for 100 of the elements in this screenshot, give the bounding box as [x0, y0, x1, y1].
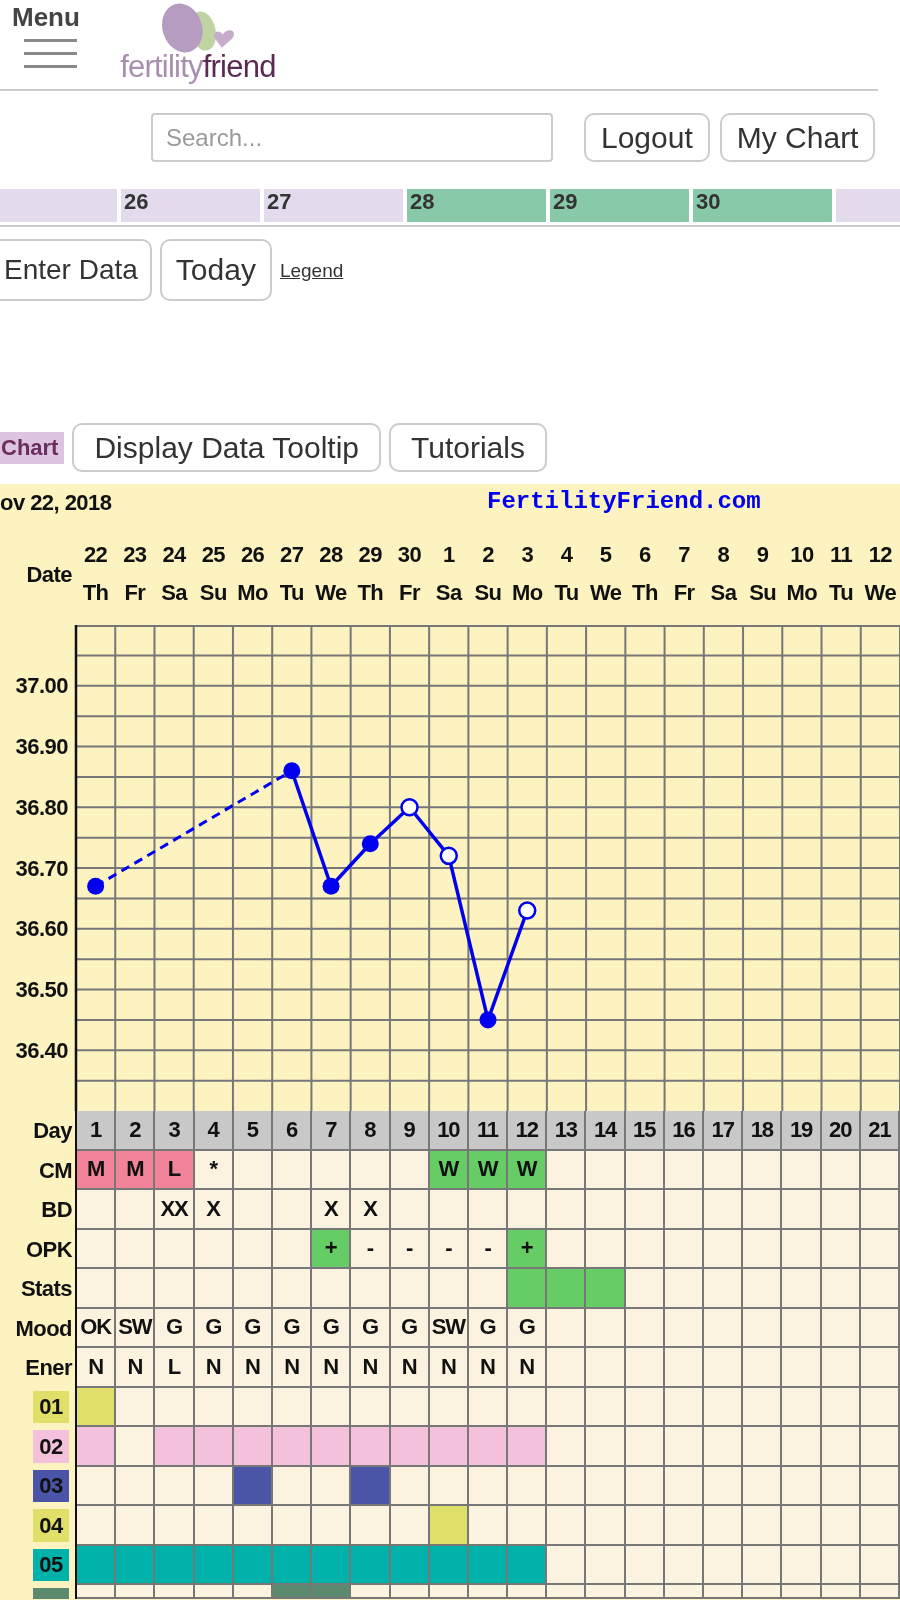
date-label: 1	[442, 541, 455, 569]
date-label: 24	[162, 541, 186, 569]
empty-cell	[429, 1269, 469, 1309]
empty-cell	[77, 1190, 117, 1230]
weekday-label: Fr	[399, 579, 420, 607]
weekday-label: We	[589, 579, 622, 607]
calendar-day[interactable]: 30	[693, 189, 832, 222]
legend-link[interactable]: Legend	[279, 256, 344, 286]
empty-cell	[547, 1348, 587, 1388]
table-cell: G	[351, 1308, 391, 1348]
empty-cell	[272, 1190, 313, 1230]
category-label: 05	[33, 1548, 69, 1581]
empty-cell	[743, 1150, 783, 1190]
weekday-label: Th	[357, 579, 384, 607]
empty-cell	[821, 1308, 861, 1348]
empty-cell	[390, 1190, 430, 1230]
empty-cell	[625, 1229, 665, 1269]
today-button[interactable]: Today	[159, 239, 272, 301]
menu-icon	[24, 39, 78, 68]
date-label: 30	[397, 541, 422, 569]
empty-cell	[390, 1269, 430, 1309]
empty-cell	[743, 1229, 783, 1269]
calendar-day[interactable]: 29	[550, 189, 689, 222]
search-field[interactable]: Search...	[151, 113, 553, 162]
category-label: 01	[33, 1390, 69, 1423]
empty-cell	[116, 1269, 156, 1309]
date-label: 2	[482, 541, 494, 569]
tutorials-button[interactable]: Tutorials	[389, 423, 547, 472]
category-label: 03	[33, 1469, 69, 1502]
date-label: 8	[717, 541, 730, 569]
table-cell: G	[390, 1308, 430, 1348]
empty-cell	[429, 1190, 469, 1230]
empty-cell	[312, 1150, 352, 1190]
row-label: BD	[41, 1196, 72, 1225]
row-label: Stats	[20, 1275, 72, 1304]
weekday-label: Sa	[435, 579, 462, 607]
table-cell: N	[390, 1348, 430, 1388]
empty-cell	[743, 1269, 783, 1309]
day-number: 7	[312, 1111, 352, 1151]
table-cell: N	[272, 1348, 313, 1388]
day-number: 20	[821, 1111, 861, 1151]
empty-cell	[625, 1348, 665, 1388]
category-label: 04	[33, 1509, 69, 1542]
table-cell: L	[155, 1348, 195, 1388]
table-cell: G	[194, 1308, 234, 1348]
day-number: 2	[116, 1111, 156, 1151]
day-number: 1	[77, 1111, 117, 1151]
empty-cell	[116, 1229, 156, 1269]
calendar-day[interactable]	[0, 189, 117, 222]
table-cell: N	[116, 1348, 156, 1388]
weekday-label: Sa	[710, 579, 737, 607]
empty-cell	[860, 1269, 900, 1309]
empty-cell	[704, 1229, 744, 1269]
menu-button[interactable]: Menu	[12, 3, 80, 68]
empty-cell	[782, 1269, 822, 1309]
weekday-label: Su	[749, 579, 777, 607]
table-cell: X	[194, 1190, 234, 1230]
calendar-day[interactable]: 26	[121, 189, 260, 222]
empty-cell	[821, 1190, 861, 1230]
enter-data-button[interactable]: Enter Data	[0, 239, 152, 301]
empty-cell	[860, 1190, 900, 1230]
empty-cell	[860, 1150, 900, 1190]
y-axis-label: 36.90	[15, 734, 68, 759]
logo-text: fertilityfriend	[120, 51, 276, 82]
table-cell: M	[116, 1150, 156, 1190]
empty-cell	[625, 1190, 665, 1230]
empty-cell	[664, 1229, 705, 1269]
table-cell: N	[233, 1348, 273, 1388]
site-name: FertilityFriend.com	[487, 487, 761, 517]
date-label: 10	[790, 541, 814, 569]
table-cell: +	[312, 1229, 352, 1269]
table-cell: -	[390, 1229, 430, 1269]
table-cell: G	[233, 1308, 273, 1348]
empty-cell	[312, 1269, 352, 1309]
weekday-label: Su	[199, 579, 227, 607]
empty-cell	[821, 1269, 861, 1309]
chart-tab[interactable]: Chart	[0, 431, 65, 464]
logout-button[interactable]: Logout	[584, 113, 710, 162]
date-label: 28	[319, 541, 343, 569]
table-cell: W	[508, 1150, 548, 1190]
empty-cell	[664, 1308, 705, 1348]
my-chart-button[interactable]: My Chart	[719, 113, 876, 162]
table-cell: N	[194, 1348, 234, 1388]
empty-cell	[782, 1150, 822, 1190]
day-number: 5	[233, 1111, 273, 1151]
empty-cell	[586, 1348, 626, 1388]
empty-cell	[704, 1348, 744, 1388]
calendar-day[interactable]: 28	[407, 189, 546, 222]
display-data-tooltip-button[interactable]: Display Data Tooltip	[72, 423, 382, 472]
day-number: 9	[390, 1111, 430, 1151]
table-cell: XX	[155, 1190, 195, 1230]
empty-cell	[664, 1269, 705, 1309]
empty-cell	[782, 1308, 822, 1348]
calendar-day[interactable]	[836, 189, 900, 222]
table-cell: OK	[77, 1308, 117, 1348]
empty-cell	[664, 1348, 705, 1388]
calendar-day[interactable]: 27	[264, 189, 403, 222]
weekday-label: Mo	[237, 579, 268, 607]
table-cell: *	[194, 1150, 234, 1190]
date-label: 4	[560, 541, 573, 569]
